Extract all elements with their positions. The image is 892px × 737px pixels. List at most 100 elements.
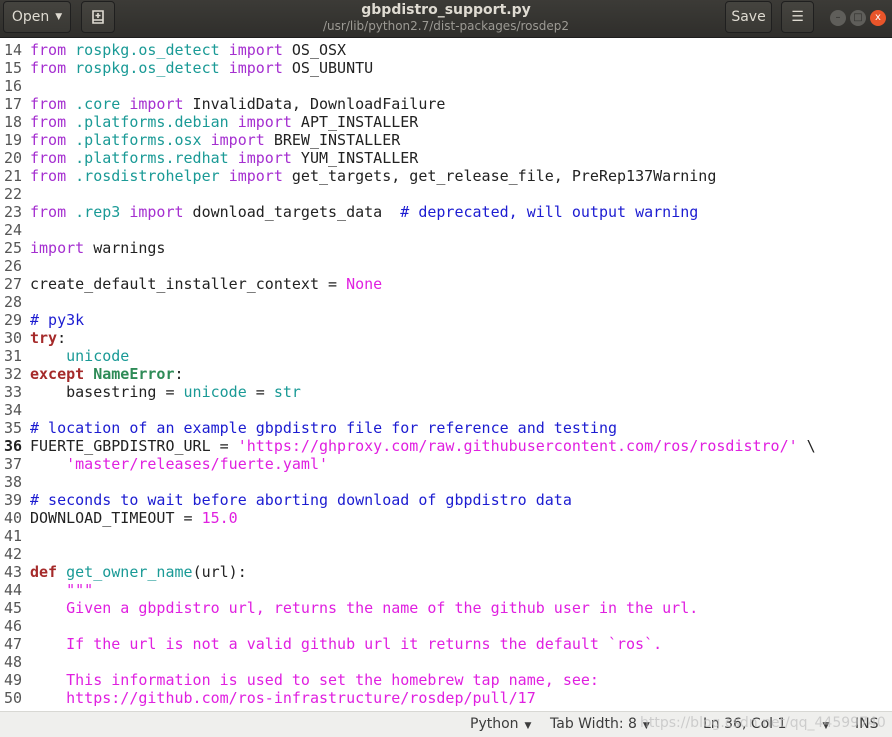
line-number: 43: [4, 563, 23, 581]
line-text: from rospkg.os_detect import OS_OSX: [27, 41, 346, 59]
line-text: Given a gbpdistro url, returns the name …: [27, 599, 698, 617]
line-number: 41: [4, 527, 23, 545]
code-line[interactable]: 46: [0, 617, 892, 635]
code-token: import: [210, 131, 265, 149]
code-token: warnings: [84, 239, 166, 257]
line-number: 37: [4, 455, 23, 473]
code-line[interactable]: 29 # py3k: [0, 311, 892, 329]
status-bar: Python ▼ Tab Width: 8 ▼ Ln 36, Col 1 ▼ INS …: [0, 711, 892, 737]
code-line[interactable]: 41: [0, 527, 892, 545]
line-text: [27, 221, 30, 239]
code-line[interactable]: 17 from .core import InvalidData, Downloa…: [0, 95, 892, 113]
code-line[interactable]: 43 def get_owner_name(url):: [0, 563, 892, 581]
code-line[interactable]: 37 'master/releases/fuerte.yaml': [0, 455, 892, 473]
maximize-button[interactable]: □: [850, 10, 866, 26]
line-text: try:: [27, 329, 66, 347]
code-line[interactable]: 34: [0, 401, 892, 419]
line-number: 31: [4, 347, 23, 365]
code-line[interactable]: 28: [0, 293, 892, 311]
line-text: 'master/releases/fuerte.yaml': [27, 455, 328, 473]
code-line[interactable]: 35 # location of an example gbpdistro fil…: [0, 419, 892, 437]
code-line[interactable]: 32 except NameError:: [0, 365, 892, 383]
code-line[interactable]: 45 Given a gbpdistro url, returns the na…: [0, 599, 892, 617]
code-line[interactable]: 39 # seconds to wait before aborting down…: [0, 491, 892, 509]
line-text: https://github.com/ros-infrastructure/ro…: [27, 689, 536, 707]
code-line[interactable]: 40 DOWNLOAD_TIMEOUT = 15.0: [0, 509, 892, 527]
code-line[interactable]: 23 from .rep3 import download_targets_dat…: [0, 203, 892, 221]
code-token: OS_OSX: [282, 41, 347, 59]
code-token: # py3k: [30, 311, 85, 329]
code-token: # seconds to wait before aborting downlo…: [30, 491, 572, 509]
line-number: 28: [4, 293, 23, 311]
code-line[interactable]: 15 from rospkg.os_detect import OS_UBUNTU: [0, 59, 892, 77]
code-token: :: [174, 365, 184, 383]
code-line[interactable]: 19 from .platforms.osx import BREW_INSTAL…: [0, 131, 892, 149]
line-text: [27, 77, 30, 95]
line-number: 30: [4, 329, 23, 347]
code-token: except: [30, 365, 85, 383]
code-editor[interactable]: 14 from rospkg.os_detect import OS_OSX 15 f…: [0, 41, 892, 711]
code-token: \: [797, 437, 816, 455]
code-token: from: [30, 149, 67, 167]
line-number: 34: [4, 401, 23, 419]
menu-button[interactable]: ☰: [781, 1, 814, 33]
code-line[interactable]: 22: [0, 185, 892, 203]
line-number: 27: [4, 275, 23, 293]
code-line[interactable]: 25 import warnings: [0, 239, 892, 257]
code-line[interactable]: 26: [0, 257, 892, 275]
code-line[interactable]: 50 https://github.com/ros-infrastructure…: [0, 689, 892, 707]
code-token: basestring =: [30, 383, 184, 401]
code-line[interactable]: 47 If the url is not a valid github url …: [0, 635, 892, 653]
tab-width-selector[interactable]: Tab Width: 8 ▼: [550, 716, 650, 732]
line-text: [27, 401, 30, 419]
code-token: import: [228, 167, 283, 185]
code-token: rospkg.os_detect: [75, 41, 220, 59]
chevron-down-icon: ▼: [524, 721, 532, 731]
line-number: 32: [4, 365, 23, 383]
save-button[interactable]: Save: [725, 1, 772, 33]
code-line[interactable]: 36 FUERTE_GBPDISTRO_URL = 'https://ghprox…: [0, 437, 892, 455]
code-line[interactable]: 42: [0, 545, 892, 563]
code-line[interactable]: 44 """: [0, 581, 892, 599]
line-text: # location of an example gbpdistro file …: [27, 419, 617, 437]
code-line[interactable]: 16: [0, 77, 892, 95]
line-text: [27, 653, 30, 671]
code-line[interactable]: 49 This information is used to set the h…: [0, 671, 892, 689]
code-token: .rosdistrohelper: [75, 167, 220, 185]
code-line[interactable]: 20 from .platforms.redhat import YUM_INST…: [0, 149, 892, 167]
code-line[interactable]: 21 from .rosdistrohelper import get_targe…: [0, 167, 892, 185]
language-selector[interactable]: Python ▼: [470, 716, 531, 732]
code-token: import: [228, 41, 283, 59]
code-token: from: [30, 113, 67, 131]
close-button[interactable]: x: [870, 10, 886, 26]
code-line[interactable]: 33 basestring = unicode = str: [0, 383, 892, 401]
code-line[interactable]: 14 from rospkg.os_detect import OS_OSX: [0, 41, 892, 59]
code-token: from: [30, 59, 67, 77]
line-number: 33: [4, 383, 23, 401]
code-token: OS_UBUNTU: [282, 59, 374, 77]
code-line[interactable]: 30 try:: [0, 329, 892, 347]
code-line[interactable]: 27 create_default_installer_context = Non…: [0, 275, 892, 293]
line-number: 40: [4, 509, 23, 527]
code-token: If the url is not a valid github url it …: [30, 635, 663, 653]
code-line[interactable]: 38: [0, 473, 892, 491]
code-token: from: [30, 41, 67, 59]
line-text: """: [27, 581, 93, 599]
line-number: 25: [4, 239, 23, 257]
code-token: .platforms.redhat: [75, 149, 229, 167]
line-text: from .platforms.debian import APT_INSTAL…: [27, 113, 418, 131]
code-line[interactable]: 18 from .platforms.debian import APT_INST…: [0, 113, 892, 131]
code-line[interactable]: 31 unicode: [0, 347, 892, 365]
code-line[interactable]: 24: [0, 221, 892, 239]
code-token: https://github.com/ros-infrastructure/ro…: [30, 689, 536, 707]
minimize-button[interactable]: –: [830, 10, 846, 26]
cursor-position-selector[interactable]: Ln 36, Col 1 ▼: [703, 716, 829, 732]
code-line[interactable]: 48: [0, 653, 892, 671]
insert-mode: INS: [855, 716, 879, 732]
